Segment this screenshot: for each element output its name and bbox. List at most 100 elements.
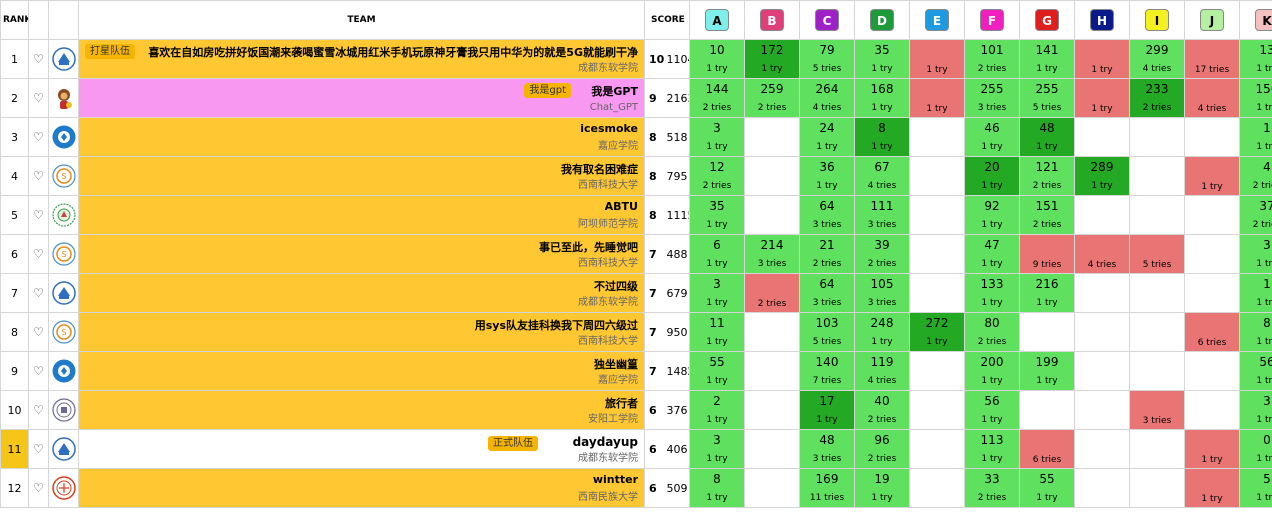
problem-cell-b[interactable] [744, 195, 800, 235]
heart-icon[interactable]: ♡ [33, 364, 44, 378]
problem-cell-b[interactable]: 214 3 tries [744, 234, 800, 274]
problem-cell-a[interactable]: 3 1 try [689, 117, 745, 157]
problem-cell-f[interactable]: 56 1 try [964, 390, 1020, 430]
problem-cell-e[interactable] [909, 351, 965, 391]
problem-cell-e[interactable]: 1 try [909, 78, 965, 118]
header-problem-k[interactable]: K [1239, 0, 1272, 40]
team-row[interactable]: 1 ♡ 打星队伍 喜欢在自如房吃拼好饭国潮来袭喝蜜雪冰城用红米手机玩原神牙膏我只用中华… [0, 39, 1272, 79]
heart-icon[interactable]: ♡ [33, 247, 44, 261]
problem-cell-i[interactable] [1129, 468, 1185, 508]
problem-cell-c[interactable]: 79 5 tries [799, 39, 855, 79]
problem-cell-j[interactable]: 1 try [1184, 429, 1240, 469]
problem-cell-c[interactable]: 64 3 tries [799, 195, 855, 235]
problem-cell-e[interactable] [909, 390, 965, 430]
team-row[interactable]: 7 ♡ 不过四级 成都东软学院 7 679 3 1 try 2 tries 64 3 tries 1… [0, 273, 1272, 313]
team-name[interactable]: ABTU [605, 200, 638, 213]
problem-cell-f[interactable]: 92 1 try [964, 195, 1020, 235]
header-problem-j[interactable]: J [1184, 0, 1240, 40]
problem-cell-f[interactable]: 46 1 try [964, 117, 1020, 157]
problem-cell-f[interactable]: 101 2 tries [964, 39, 1020, 79]
heart-icon[interactable]: ♡ [33, 403, 44, 417]
problem-cell-k[interactable]: 150 1 try [1239, 78, 1272, 118]
problem-cell-g[interactable]: 255 5 tries [1019, 78, 1075, 118]
team-cell[interactable]: 我是gpt 我是GPT Chat_GPT [78, 78, 645, 118]
problem-cell-j[interactable]: 1 try [1184, 156, 1240, 196]
problem-badge-f[interactable]: F [980, 9, 1004, 31]
problem-cell-d[interactable]: 119 4 tries [854, 351, 910, 391]
team-row[interactable]: 12 ♡ wintter 西南民族大学 6 509 8 1 try 169 11 tries 19… [0, 468, 1272, 508]
header-problem-e[interactable]: E [909, 0, 965, 40]
problem-cell-f[interactable]: 33 2 tries [964, 468, 1020, 508]
problem-cell-a[interactable]: 10 1 try [689, 39, 745, 79]
favorite-cell[interactable]: ♡ [28, 195, 49, 235]
favorite-cell[interactable]: ♡ [28, 39, 49, 79]
problem-cell-g[interactable]: 55 1 try [1019, 468, 1075, 508]
problem-cell-j[interactable]: 4 tries [1184, 78, 1240, 118]
favorite-cell[interactable]: ♡ [28, 351, 49, 391]
problem-cell-j[interactable] [1184, 390, 1240, 430]
problem-cell-c[interactable]: 24 1 try [799, 117, 855, 157]
team-name[interactable]: 我有取名困难症 [561, 161, 638, 177]
heart-icon[interactable]: ♡ [33, 325, 44, 339]
problem-cell-i[interactable]: 3 tries [1129, 390, 1185, 430]
favorite-cell[interactable]: ♡ [28, 234, 49, 274]
header-team[interactable]: TEAM [78, 0, 645, 40]
team-name[interactable]: 独坐幽篁 [594, 356, 638, 372]
team-name[interactable]: daydayup [573, 435, 638, 449]
problem-cell-g[interactable]: 9 tries [1019, 234, 1075, 274]
team-name[interactable]: icesmoke [580, 122, 638, 135]
problem-cell-k[interactable]: 1 1 try [1239, 117, 1272, 157]
problem-cell-d[interactable]: 168 1 try [854, 78, 910, 118]
team-name[interactable]: 事已至此，先睡觉吧 [539, 239, 638, 255]
problem-cell-a[interactable]: 144 2 tries [689, 78, 745, 118]
favorite-cell[interactable]: ♡ [28, 273, 49, 313]
problem-cell-c[interactable]: 169 11 tries [799, 468, 855, 508]
problem-cell-a[interactable]: 6 1 try [689, 234, 745, 274]
team-cell[interactable]: 我有取名困难症 西南科技大学 [78, 156, 645, 196]
problem-cell-c[interactable]: 264 4 tries [799, 78, 855, 118]
problem-cell-a[interactable]: 35 1 try [689, 195, 745, 235]
problem-cell-g[interactable]: 199 1 try [1019, 351, 1075, 391]
problem-cell-a[interactable]: 3 1 try [689, 429, 745, 469]
problem-badge-b[interactable]: B [760, 9, 784, 31]
problem-cell-c[interactable]: 17 1 try [799, 390, 855, 430]
problem-cell-h[interactable] [1074, 468, 1130, 508]
problem-cell-d[interactable]: 40 2 tries [854, 390, 910, 430]
favorite-cell[interactable]: ♡ [28, 78, 49, 118]
problem-cell-f[interactable]: 255 3 tries [964, 78, 1020, 118]
team-row[interactable]: 3 ♡ icesmoke 嘉应学院 8 518 3 1 try 24 1 try 8 1 try 46… [0, 117, 1272, 157]
heart-icon[interactable]: ♡ [33, 286, 44, 300]
problem-cell-k[interactable]: 8 1 try [1239, 312, 1272, 352]
problem-cell-j[interactable] [1184, 273, 1240, 313]
team-row[interactable]: 6 ♡ S 事已至此，先睡觉吧 西南科技大学 7 488 6 1 try 214 3 tries 2… [0, 234, 1272, 274]
problem-cell-h[interactable] [1074, 312, 1130, 352]
problem-cell-d[interactable]: 105 3 tries [854, 273, 910, 313]
problem-cell-j[interactable]: 1 try [1184, 468, 1240, 508]
problem-cell-f[interactable]: 200 1 try [964, 351, 1020, 391]
problem-cell-b[interactable] [744, 429, 800, 469]
team-name[interactable]: 旅行者 [605, 395, 638, 411]
problem-cell-h[interactable] [1074, 429, 1130, 469]
problem-cell-a[interactable]: 8 1 try [689, 468, 745, 508]
header-problem-b[interactable]: B [744, 0, 800, 40]
problem-cell-b[interactable]: 259 2 tries [744, 78, 800, 118]
team-row[interactable]: 4 ♡ S 我有取名困难症 西南科技大学 8 795 12 2 tries 36 1 try 67 4… [0, 156, 1272, 196]
heart-icon[interactable]: ♡ [33, 169, 44, 183]
team-name[interactable]: wintter [593, 473, 638, 486]
problem-cell-d[interactable]: 39 2 tries [854, 234, 910, 274]
team-name[interactable]: 不过四级 [594, 278, 638, 294]
problem-cell-d[interactable]: 8 1 try [854, 117, 910, 157]
problem-cell-a[interactable]: 2 1 try [689, 390, 745, 430]
team-row[interactable]: 8 ♡ S 用sys队友挂科换我下周四六级过 西南科技大学 7 950 11 1 try 103… [0, 312, 1272, 352]
problem-cell-k[interactable]: 3 1 try [1239, 390, 1272, 430]
favorite-cell[interactable]: ♡ [28, 156, 49, 196]
problem-cell-h[interactable] [1074, 351, 1130, 391]
problem-cell-e[interactable]: 272 1 try [909, 312, 965, 352]
heart-icon[interactable]: ♡ [33, 91, 44, 105]
problem-cell-a[interactable]: 12 2 tries [689, 156, 745, 196]
problem-cell-g[interactable] [1019, 312, 1075, 352]
problem-cell-h[interactable]: 1 try [1074, 39, 1130, 79]
team-row[interactable]: 11 ♡ 正式队伍 daydayup 成都东软学院 6 406 3 1 try 48 3 trie… [0, 429, 1272, 469]
problem-cell-e[interactable] [909, 429, 965, 469]
problem-cell-h[interactable] [1074, 117, 1130, 157]
